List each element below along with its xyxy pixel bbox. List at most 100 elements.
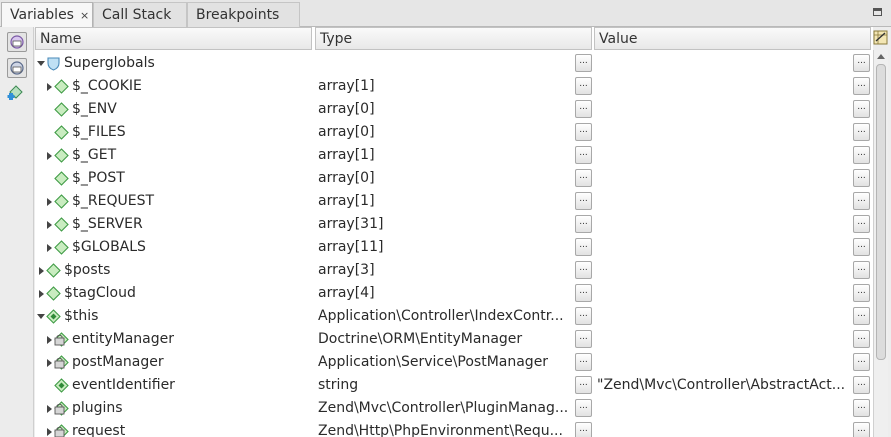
table-row[interactable]: entityManager Doctrine\ORM\EntityManager.…	[35, 328, 873, 351]
tab-breakpoints[interactable]: Breakpoints	[187, 2, 300, 27]
variable-type: array[11]	[318, 239, 384, 255]
variable-name: $_GET	[72, 147, 117, 163]
value-detail-button[interactable]: ...	[853, 54, 870, 72]
table-row[interactable]: $_FILES array[0]......	[35, 121, 873, 144]
tab-call-stack[interactable]: Call Stack	[93, 2, 187, 27]
table-row[interactable]: request Zend\Http\PhpEnvironment\Requ....…	[35, 420, 873, 437]
table-row[interactable]: $_POST array[0]......	[35, 167, 873, 190]
locked-field-icon	[54, 424, 69, 437]
value-detail-button[interactable]: ...	[853, 192, 870, 210]
type-detail-button[interactable]: ...	[575, 123, 592, 141]
variable-name: $_COOKIE	[72, 78, 142, 94]
table-row[interactable]: $_GET array[1]......	[35, 144, 873, 167]
type-detail-button[interactable]: ...	[575, 146, 592, 164]
variable-name: plugins	[72, 400, 123, 416]
scroll-up-icon[interactable]	[877, 54, 885, 59]
table-row[interactable]: plugins Zend\Mvc\Controller\PluginManag..…	[35, 397, 873, 420]
tab-label: Variables	[10, 7, 74, 23]
value-detail-button[interactable]: ...	[853, 215, 870, 233]
table-row[interactable]: $this Application\Controller\IndexContr..…	[35, 305, 873, 328]
variable-name: $_FILES	[72, 124, 126, 140]
variable-type: array[0]	[318, 124, 375, 140]
value-detail-button[interactable]: ...	[853, 100, 870, 118]
expand-arrow-icon[interactable]	[47, 221, 52, 229]
table-row[interactable]: Superglobals......	[35, 52, 873, 75]
expand-arrow-icon[interactable]	[39, 267, 44, 275]
diamond-icon	[54, 240, 69, 255]
type-detail-button[interactable]: ...	[575, 261, 592, 279]
tab-variables[interactable]: Variables ×	[1, 2, 93, 28]
type-detail-button[interactable]: ...	[575, 307, 592, 325]
variable-name: $_SERVER	[72, 216, 143, 232]
table-row[interactable]: $posts array[3]......	[35, 259, 873, 282]
close-icon[interactable]: ×	[80, 9, 89, 22]
value-detail-button[interactable]: ...	[853, 146, 870, 164]
column-header-type[interactable]: Type	[315, 27, 592, 50]
tab-label: Breakpoints	[196, 7, 280, 23]
scrollbar-thumb[interactable]	[876, 64, 886, 360]
value-detail-button[interactable]: ...	[853, 376, 870, 394]
type-detail-button[interactable]: ...	[575, 353, 592, 371]
column-selector-icon[interactable]	[873, 28, 889, 50]
type-detail-button[interactable]: ...	[575, 399, 592, 417]
static-filter-button[interactable]	[7, 58, 27, 78]
table-row[interactable]: $tagCloud array[4]......	[35, 282, 873, 305]
value-detail-button[interactable]: ...	[853, 77, 870, 95]
object-diamond-icon	[46, 309, 61, 324]
table-row[interactable]: eventIdentifier string... "Zend\Mvc\Contro…	[35, 374, 873, 397]
value-detail-button[interactable]: ...	[853, 307, 870, 325]
type-detail-button[interactable]: ...	[575, 330, 592, 348]
table-row[interactable]: postManager Application\Service\PostManag…	[35, 351, 873, 374]
value-detail-button[interactable]: ...	[853, 261, 870, 279]
type-detail-button[interactable]: ...	[575, 77, 592, 95]
expand-arrow-icon[interactable]	[47, 198, 52, 206]
value-detail-button[interactable]: ...	[853, 353, 870, 371]
static-icon	[10, 61, 24, 75]
table-row[interactable]: $_ENV array[0]......	[35, 98, 873, 121]
expand-arrow-icon[interactable]	[47, 359, 52, 367]
type-detail-button[interactable]: ...	[575, 284, 592, 302]
watch-filter-button[interactable]	[7, 32, 27, 52]
variable-name: $GLOBALS	[72, 239, 146, 255]
type-detail-button[interactable]: ...	[575, 215, 592, 233]
type-detail-button[interactable]: ...	[575, 169, 592, 187]
variable-value[interactable]: "Zend\Mvc\Controller\AbstractAct...	[597, 377, 851, 393]
table-row[interactable]: $GLOBALS array[11]......	[35, 236, 873, 259]
table-row[interactable]: $_SERVER array[31]......	[35, 213, 873, 236]
expand-arrow-icon[interactable]	[47, 336, 52, 344]
value-detail-button[interactable]: ...	[853, 123, 870, 141]
value-detail-button[interactable]: ...	[853, 422, 870, 437]
value-detail-button[interactable]: ...	[853, 169, 870, 187]
value-detail-button[interactable]: ...	[853, 284, 870, 302]
type-detail-button[interactable]: ...	[575, 376, 592, 394]
column-header-value[interactable]: Value	[594, 27, 871, 50]
value-detail-button[interactable]: ...	[853, 238, 870, 256]
diamond-icon	[54, 102, 69, 117]
column-header-name[interactable]: Name	[35, 27, 312, 50]
type-detail-button[interactable]: ...	[575, 422, 592, 437]
variable-name: postManager	[72, 354, 164, 370]
type-detail-button[interactable]: ...	[575, 54, 592, 72]
type-detail-button[interactable]: ...	[575, 238, 592, 256]
collapse-arrow-icon[interactable]	[37, 314, 45, 319]
type-detail-button[interactable]: ...	[575, 192, 592, 210]
value-detail-button[interactable]: ...	[853, 399, 870, 417]
value-detail-button[interactable]: ...	[853, 330, 870, 348]
expand-arrow-icon[interactable]	[47, 244, 52, 252]
expand-arrow-icon[interactable]	[47, 152, 52, 160]
collapse-arrow-icon[interactable]	[37, 61, 45, 66]
expand-arrow-icon[interactable]	[47, 83, 52, 91]
minimize-icon[interactable]	[873, 8, 882, 16]
diamond-icon	[54, 171, 69, 186]
variable-type: array[1]	[318, 78, 375, 94]
new-watch-button[interactable]	[7, 84, 27, 104]
expand-arrow-icon[interactable]	[47, 405, 52, 413]
type-detail-button[interactable]: ...	[575, 100, 592, 118]
diamond-icon	[54, 194, 69, 209]
expand-arrow-icon[interactable]	[47, 428, 52, 436]
variable-name: request	[72, 423, 126, 437]
table-row[interactable]: $_COOKIE array[1]......	[35, 75, 873, 98]
expand-arrow-icon[interactable]	[39, 290, 44, 298]
vertical-scrollbar[interactable]	[873, 50, 888, 437]
table-row[interactable]: $_REQUEST array[1]......	[35, 190, 873, 213]
